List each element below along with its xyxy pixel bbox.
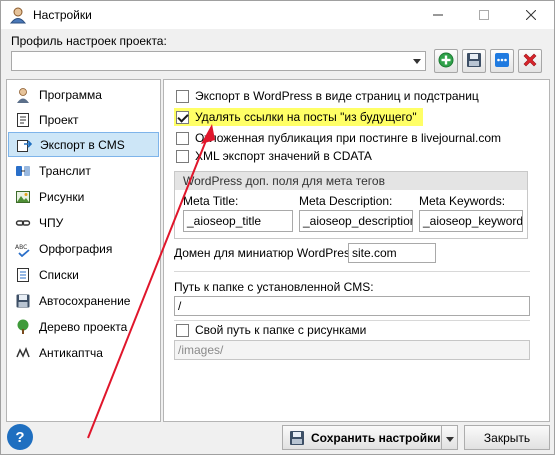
divider bbox=[174, 271, 530, 272]
more-profile-button[interactable] bbox=[490, 49, 514, 73]
save-settings-label: Сохранить настройки bbox=[311, 430, 441, 445]
images-path-input[interactable]: /images/ bbox=[174, 340, 530, 360]
group-title: WordPress доп. поля для мета тегов bbox=[175, 172, 527, 190]
sidebar-item-project-tree[interactable]: Дерево проекта bbox=[8, 314, 159, 339]
anticaptcha-icon bbox=[15, 345, 31, 361]
tree-icon bbox=[15, 319, 31, 335]
thumb-domain-label: Домен для миниатюр WordPress: bbox=[174, 246, 360, 260]
meta-title-input[interactable]: _aioseop_title bbox=[183, 210, 293, 232]
option-wordpress-pages[interactable]: Экспорт в WordPress в виде страниц и под… bbox=[176, 88, 479, 104]
settings-sidebar: Программа Проект Экспорт в CMS Транслит … bbox=[6, 79, 161, 422]
close-button-label: Закрыть bbox=[483, 430, 531, 445]
sidebar-item-label: Дерево проекта bbox=[39, 319, 128, 334]
sidebar-item-lists[interactable]: Списки bbox=[8, 262, 159, 287]
add-profile-button[interactable] bbox=[434, 49, 458, 73]
sidebar-item-label: Программа bbox=[39, 87, 102, 102]
svg-text:ABC: ABC bbox=[15, 244, 27, 251]
checkbox[interactable] bbox=[176, 89, 189, 103]
option-xml-cdata[interactable]: XML экспорт значений в CDATA bbox=[176, 148, 372, 164]
maximize-button[interactable] bbox=[461, 1, 507, 29]
settings-window: Настройки Профиль настроек проекта: Прог… bbox=[0, 0, 555, 455]
checkbox[interactable] bbox=[176, 110, 189, 124]
meta-description-label: Meta Description: bbox=[299, 194, 393, 208]
window-title: Настройки bbox=[33, 8, 92, 22]
chevron-down-icon bbox=[445, 431, 454, 445]
images-icon bbox=[15, 189, 31, 205]
spelling-icon: ABC bbox=[15, 241, 31, 257]
link-icon bbox=[15, 215, 31, 231]
question-icon: ? bbox=[15, 428, 25, 446]
export-settings-panel: Экспорт в WordPress в виде страниц и под… bbox=[163, 79, 550, 422]
meta-fields-group: WordPress доп. поля для мета тегов Meta … bbox=[174, 171, 528, 239]
close-button[interactable]: Закрыть bbox=[464, 425, 550, 450]
meta-description-input[interactable]: _aioseop_description bbox=[299, 210, 413, 232]
save-settings-button[interactable]: Сохранить настройки bbox=[282, 425, 442, 450]
option-remove-future-links[interactable]: Удалять ссылки на посты "из будущего" bbox=[174, 108, 423, 126]
meta-keywords-label: Meta Keywords: bbox=[419, 194, 506, 208]
sidebar-item-label: Рисунки bbox=[39, 189, 85, 204]
sidebar-item-label: Автосохранение bbox=[39, 293, 131, 308]
profile-label: Профиль настроек проекта: bbox=[11, 34, 167, 48]
list-icon bbox=[15, 267, 31, 283]
sidebar-item-label: Проект bbox=[39, 112, 79, 127]
cms-path-label: Путь к папке с установленной CMS: bbox=[174, 280, 374, 294]
minimize-button[interactable] bbox=[415, 1, 461, 29]
close-window-button[interactable] bbox=[508, 1, 554, 29]
sidebar-item-label: Списки bbox=[39, 267, 79, 282]
meta-keywords-input[interactable]: _aioseop_keywords bbox=[419, 210, 523, 232]
sidebar-item-images[interactable]: Рисунки bbox=[8, 184, 159, 209]
person-icon bbox=[15, 87, 31, 103]
sidebar-item-label: Транслит bbox=[39, 163, 91, 178]
delete-profile-button[interactable] bbox=[518, 49, 542, 73]
option-label: Экспорт в WordPress в виде страниц и под… bbox=[195, 89, 479, 103]
sidebar-item-label: Экспорт в CMS bbox=[40, 137, 125, 152]
checkbox[interactable] bbox=[176, 149, 189, 163]
option-label: Отложенная публикация при постинге в liv… bbox=[195, 131, 502, 145]
option-label: Свой путь к папке с рисунками bbox=[195, 323, 367, 337]
sidebar-item-spelling[interactable]: ABC Орфография bbox=[8, 236, 159, 261]
sidebar-item-label: Орфография bbox=[39, 241, 113, 256]
floppy-disk-icon bbox=[289, 430, 305, 446]
help-button[interactable]: ? bbox=[7, 424, 33, 450]
sidebar-item-translit[interactable]: Транслит bbox=[8, 158, 159, 183]
delete-x-icon bbox=[522, 52, 538, 71]
autosave-icon bbox=[15, 293, 31, 309]
profile-select[interactable] bbox=[11, 51, 426, 71]
meta-title-label: Meta Title: bbox=[183, 194, 239, 208]
plus-icon bbox=[438, 52, 454, 71]
sidebar-item-anticaptcha[interactable]: Антикаптча bbox=[8, 340, 159, 365]
option-deferred-livejournal[interactable]: Отложенная публикация при постинге в liv… bbox=[176, 130, 501, 146]
option-label: XML экспорт значений в CDATA bbox=[195, 149, 372, 163]
thumb-domain-input[interactable]: site.com bbox=[348, 243, 436, 263]
option-label: Удалять ссылки на посты "из будущего" bbox=[195, 110, 417, 124]
save-profile-button[interactable] bbox=[462, 49, 486, 73]
sidebar-item-export-cms[interactable]: Экспорт в CMS bbox=[8, 132, 159, 157]
divider bbox=[174, 320, 530, 321]
chevron-down-icon[interactable] bbox=[409, 52, 425, 70]
cms-path-input[interactable]: / bbox=[174, 296, 530, 316]
checkbox[interactable] bbox=[176, 131, 189, 145]
checkbox[interactable] bbox=[176, 323, 189, 337]
sidebar-item-program[interactable]: Программа bbox=[8, 82, 159, 107]
sidebar-item-chpu[interactable]: ЧПУ bbox=[8, 210, 159, 235]
floppy-disk-icon bbox=[466, 52, 482, 71]
sidebar-item-label: ЧПУ bbox=[39, 215, 64, 230]
save-options-dropdown[interactable] bbox=[442, 425, 458, 450]
ellipsis-icon bbox=[494, 52, 510, 71]
document-icon bbox=[15, 112, 31, 128]
export-icon bbox=[16, 137, 32, 153]
highlight-marker: Удалять ссылки на посты "из будущего" bbox=[174, 108, 423, 126]
sidebar-item-autosave[interactable]: Автосохранение bbox=[8, 288, 159, 313]
sidebar-item-label: Антикаптча bbox=[39, 345, 103, 360]
option-custom-images-path[interactable]: Свой путь к папке с рисунками bbox=[176, 322, 366, 338]
sidebar-item-project[interactable]: Проект bbox=[8, 107, 159, 132]
app-icon bbox=[9, 6, 27, 24]
title-bar: Настройки bbox=[1, 1, 554, 29]
translit-icon bbox=[15, 163, 31, 179]
